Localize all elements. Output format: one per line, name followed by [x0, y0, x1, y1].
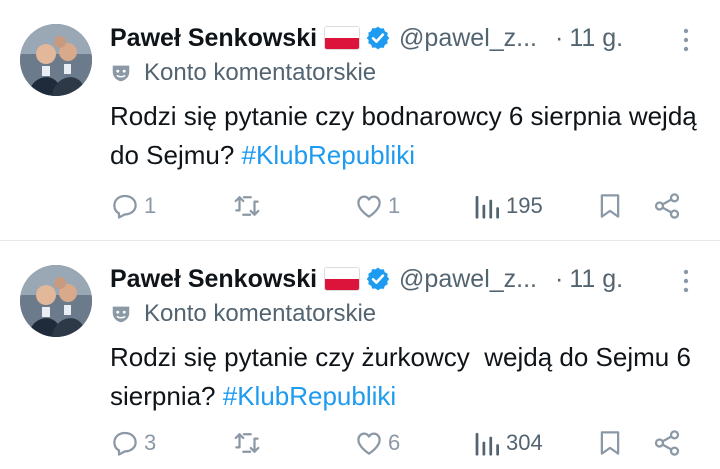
- avatar[interactable]: [20, 24, 92, 96]
- theater-mask-icon: [112, 65, 130, 82]
- author-handle[interactable]: @pawel_z...: [399, 24, 537, 53]
- views-button[interactable]: 304: [472, 423, 543, 463]
- tweet-actions: 3 6 304: [0, 423, 720, 463]
- more-options-icon[interactable]: [676, 267, 696, 295]
- repost-button[interactable]: [232, 186, 266, 226]
- like-button[interactable]: 1: [354, 186, 400, 226]
- author-name[interactable]: Paweł Senkowski: [110, 265, 317, 294]
- share-button[interactable]: [652, 186, 682, 226]
- bookmark-button[interactable]: [595, 186, 625, 226]
- tweet-text: Rodzi się pytanie czy żurkowcy wejdą do …: [110, 338, 700, 416]
- repost-icon: [234, 433, 260, 453]
- verified-badge-icon: [366, 267, 390, 291]
- tweet-text-body: Rodzi się pytanie czy żurkowcy wejdą do …: [110, 342, 699, 411]
- views-chart-icon: [475, 195, 499, 219]
- views-count: 195: [506, 193, 543, 218]
- more-options-icon[interactable]: [676, 26, 696, 54]
- reply-button[interactable]: 1: [110, 186, 156, 226]
- repost-button[interactable]: [232, 423, 266, 463]
- account-label: Konto komentatorskie: [110, 299, 376, 329]
- reply-icon: [113, 194, 137, 219]
- heart-icon: [357, 195, 381, 218]
- heart-icon: [357, 432, 381, 455]
- reply-count: 3: [144, 430, 157, 455]
- views-button[interactable]: 195: [472, 186, 543, 226]
- separator-dot: ·: [555, 264, 564, 293]
- verified-badge-icon: [366, 26, 390, 50]
- views-chart-icon: [475, 432, 499, 456]
- tweet[interactable]: Paweł Senkowski @pawel_z... · 11 g. Kont…: [0, 0, 720, 240]
- bookmark-icon: [600, 194, 620, 218]
- poland-flag-icon: [325, 27, 360, 49]
- reply-icon: [113, 431, 137, 456]
- share-icon: [654, 193, 680, 219]
- repost-icon: [234, 196, 260, 216]
- account-label-text: Konto komentatorskie: [144, 300, 377, 327]
- tweet-text: Rodzi się pytanie czy bodnarowcy 6 sierp…: [110, 97, 700, 175]
- hashtag-link[interactable]: #KlubRepubliki: [242, 140, 415, 170]
- like-count: 6: [388, 430, 401, 455]
- views-count: 304: [506, 430, 543, 455]
- avatar[interactable]: [20, 265, 92, 337]
- separator-dot: ·: [555, 23, 564, 52]
- like-button[interactable]: 6: [354, 423, 400, 463]
- like-count: 1: [388, 193, 401, 218]
- tweet[interactable]: Paweł Senkowski @pawel_z... · 11 g. Kont…: [0, 241, 720, 469]
- poland-flag-icon: [325, 268, 360, 290]
- theater-mask-icon: [112, 306, 130, 323]
- share-icon: [654, 430, 680, 456]
- hashtag-link[interactable]: #KlubRepubliki: [223, 381, 396, 411]
- tweet-actions: 1 1 195: [0, 186, 720, 226]
- reply-count: 1: [144, 193, 157, 218]
- timestamp[interactable]: 11 g.: [569, 265, 623, 294]
- author-handle[interactable]: @pawel_z...: [399, 265, 537, 294]
- timestamp[interactable]: 11 g.: [569, 24, 623, 53]
- bookmark-icon: [600, 431, 620, 455]
- reply-button[interactable]: 3: [110, 423, 156, 463]
- author-name[interactable]: Paweł Senkowski: [110, 24, 317, 53]
- bookmark-button[interactable]: [595, 423, 625, 463]
- share-button[interactable]: [652, 423, 682, 463]
- account-label-text: Konto komentatorskie: [144, 59, 377, 86]
- account-label: Konto komentatorskie: [110, 58, 376, 88]
